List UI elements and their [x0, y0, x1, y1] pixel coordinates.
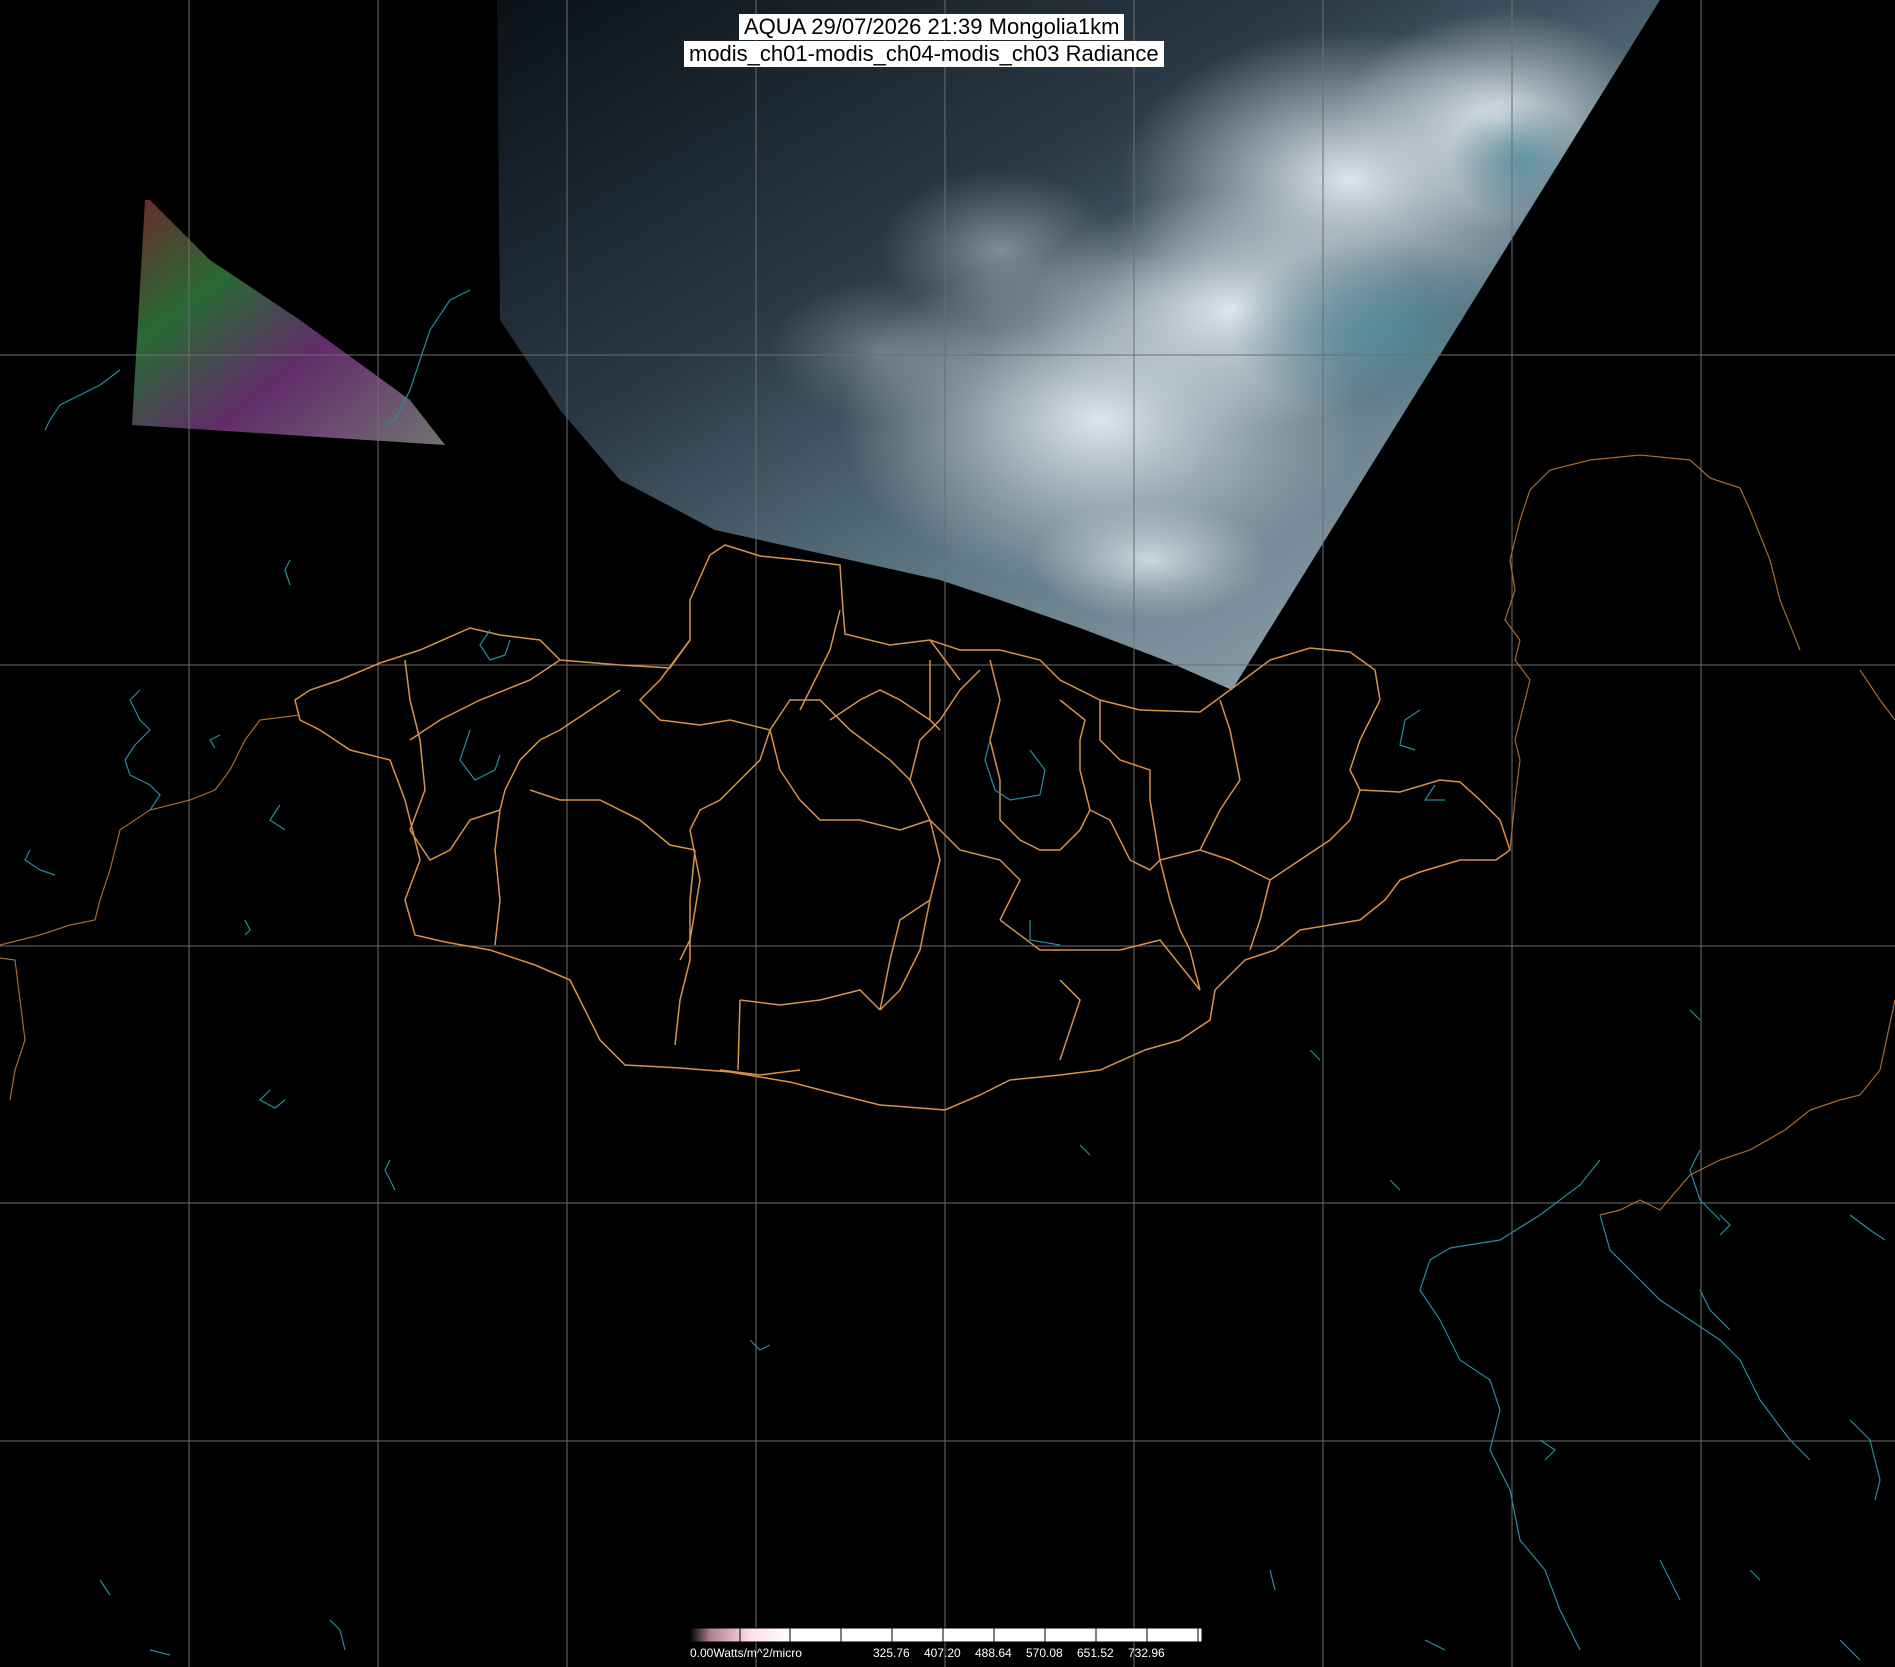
- colorbar-ramp: [689, 1627, 1203, 1643]
- mongolia-outline: [294, 544, 1511, 1111]
- province-borders: [294, 544, 1511, 1111]
- map-title: AQUA 29/07/2026 21:39 Mongolia1km: [739, 14, 1125, 40]
- colorbar-tick-label: 732.96: [1128, 1646, 1165, 1660]
- map-canvas: 0.00Watts/m^2/micro 325.76 407.20 488.64…: [0, 0, 1895, 1667]
- colorbar: 0.00Watts/m^2/micro 325.76 407.20 488.64…: [689, 1627, 1203, 1660]
- colorbar-tick-label: 570.08: [1026, 1646, 1063, 1660]
- colorbar-tick-label: 407.20: [924, 1646, 961, 1660]
- satellite-swath: [497, 0, 1660, 690]
- map-subtitle: modis_ch01-modis_ch04-modis_ch03 Radianc…: [684, 41, 1164, 67]
- sensor-noise-artifact: [132, 200, 445, 445]
- colorbar-tick-label: 651.52: [1077, 1646, 1114, 1660]
- colorbar-start-label: 0.00Watts/m^2/micro: [690, 1646, 802, 1660]
- colorbar-tick-label: 488.64: [975, 1646, 1012, 1660]
- colorbar-tick-label: 325.76: [873, 1646, 910, 1660]
